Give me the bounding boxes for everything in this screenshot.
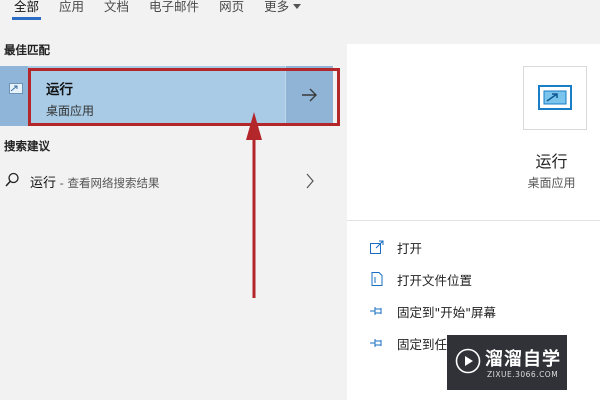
chevron-down-icon	[293, 4, 302, 9]
tab-email[interactable]: 电子邮件	[139, 0, 209, 26]
action-pin-to-start[interactable]: 固定到"开始"屏幕	[369, 301, 496, 321]
app-preview-icon	[523, 66, 587, 130]
preview-app-type: 桌面应用	[527, 176, 576, 190]
chevron-right-icon	[306, 173, 314, 189]
action-pin-to-taskbar[interactable]: 固定到任	[369, 333, 447, 353]
tab-more-label: 更多	[264, 0, 290, 14]
action-open-file-location-label: 打开文件位置	[397, 272, 473, 288]
pin-icon	[369, 303, 385, 319]
open-window-icon	[369, 239, 385, 255]
watermark-text: 溜溜自学	[485, 349, 561, 370]
action-pin-to-taskbar-label: 固定到任	[397, 336, 448, 352]
arrow-right-icon	[302, 88, 317, 102]
tab-all[interactable]: 全部	[0, 0, 49, 26]
results-pane: 最佳匹配 运行 桌面应用 搜索建议 运行 - 查看网络搜索结果	[0, 28, 340, 400]
file-location-icon	[369, 271, 385, 287]
best-match-result[interactable]: 运行 桌面应用	[0, 66, 333, 126]
tab-more[interactable]: 更多	[254, 0, 311, 26]
tab-apps[interactable]: 应用	[49, 0, 94, 26]
annotation-arrow	[246, 112, 262, 298]
run-app-icon	[9, 83, 23, 94]
search-icon	[5, 172, 19, 187]
watermark-logo: 溜溜自学 ZIXUE.3066.COM	[447, 335, 567, 390]
action-pin-to-start-label: 固定到"开始"屏幕	[397, 304, 496, 320]
app-icon-box	[0, 66, 28, 126]
watermark-url: ZIXUE.3066.COM	[487, 370, 559, 379]
expand-details-button[interactable]	[285, 66, 333, 126]
suggestion-text: 运行 - 查看网络搜索结果	[30, 172, 159, 191]
suggestion-query: 运行	[30, 176, 57, 191]
best-match-title: 运行	[46, 82, 73, 98]
search-suggestions-heading: 搜索建议	[4, 139, 50, 153]
suggestion-hint: - 查看网络搜索结果	[56, 176, 160, 190]
action-open-label: 打开	[397, 240, 423, 256]
best-match-heading: 最佳匹配	[4, 43, 50, 57]
divider	[347, 220, 600, 221]
web-search-suggestion[interactable]: 运行 - 查看网络搜索结果	[0, 168, 333, 194]
search-filter-tabs: 全部 应用 文档 电子邮件 网页 更多	[0, 0, 600, 28]
pin-icon	[369, 335, 385, 351]
preview-app-name: 运行	[535, 152, 568, 171]
tab-documents[interactable]: 文档	[94, 0, 139, 26]
best-match-subtitle: 桌面应用	[46, 104, 95, 118]
action-open-file-location[interactable]: 打开文件位置	[369, 269, 472, 289]
tab-web[interactable]: 网页	[209, 0, 254, 26]
play-icon	[455, 348, 481, 374]
run-app-icon	[538, 85, 572, 110]
action-open[interactable]: 打开	[369, 237, 422, 257]
